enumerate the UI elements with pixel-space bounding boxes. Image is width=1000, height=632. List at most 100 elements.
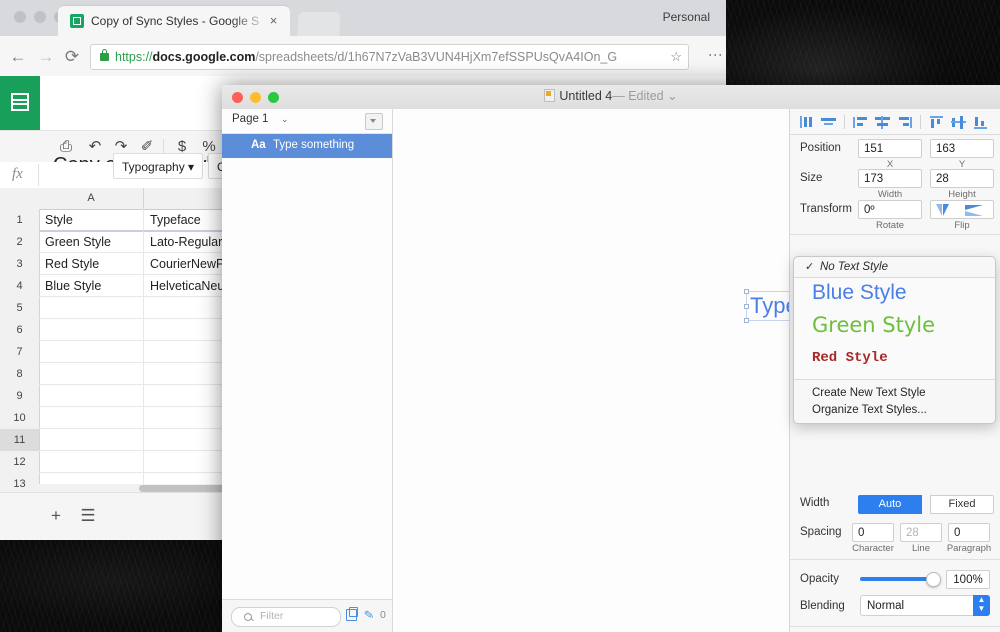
row-header-7[interactable]: 7 [0, 341, 40, 364]
spacing-line-sublabel: Line [912, 543, 930, 554]
cell-a8[interactable] [39, 363, 144, 385]
transform-label: Transform [800, 203, 852, 215]
page-name-label: Page 1 [232, 113, 269, 125]
cell-a1[interactable]: Style [39, 209, 144, 231]
align-center-horizontal-icon[interactable] [819, 114, 838, 130]
align-top-icon[interactable] [851, 114, 870, 130]
resize-handle-ml[interactable] [744, 304, 749, 309]
size-width-input[interactable]: 173 [858, 169, 922, 188]
chrome-minimize-button[interactable] [34, 11, 46, 23]
cell-a3[interactable]: Red Style [39, 253, 144, 275]
cell-a6[interactable] [39, 319, 144, 341]
filter-input[interactable]: Filter [231, 607, 341, 627]
pen-icon[interactable]: ✎ [363, 607, 375, 622]
new-tab-button[interactable] [297, 12, 341, 36]
cell-a5[interactable] [39, 297, 144, 319]
url-host: docs.google.com [152, 50, 256, 64]
rotate-input[interactable]: 0º [858, 200, 922, 219]
layer-list-item[interactable]: Aa Type something [222, 134, 392, 158]
create-new-text-style-item[interactable]: Create New Text Style [812, 387, 926, 399]
spacing-paragraph-input[interactable]: 0 [948, 523, 990, 542]
align-vertical-middle-icon[interactable] [949, 114, 968, 130]
address-bar[interactable]: https://docs.google.com/spreadsheets/d/1… [90, 44, 689, 70]
position-y-input[interactable]: 163 [930, 139, 994, 158]
spacing-label: Spacing [800, 526, 842, 538]
sketch-doc-name: Untitled 4 [559, 89, 613, 103]
align-left-icon[interactable] [797, 114, 816, 130]
align-right-icon[interactable] [895, 114, 914, 130]
cell-a9[interactable] [39, 385, 144, 407]
blending-label: Blending [800, 600, 845, 612]
document-icon [544, 89, 556, 102]
text-styles-dropdown[interactable]: ✓ No Text Style Blue Style Green Style R… [793, 256, 996, 424]
back-arrow-icon[interactable]: ← [8, 47, 28, 67]
cell-a4[interactable]: Blue Style [39, 275, 144, 297]
text-styles-list: Blue Style Green Style Red Style [794, 278, 995, 379]
alignment-toolbar [790, 109, 1000, 135]
row-header-1[interactable]: 1 [0, 209, 40, 232]
spacing-line-input[interactable]: 28 [900, 523, 942, 542]
row-header-3[interactable]: 3 [0, 253, 40, 276]
rotate-sublabel: Rotate [876, 220, 904, 231]
width-fixed-button[interactable]: Fixed [930, 495, 994, 514]
cell-a12[interactable] [39, 451, 144, 473]
page-selector-row[interactable]: Page 1 ⌄ [222, 109, 392, 134]
sketch-edited-status[interactable]: — Edited ⌄ [612, 89, 677, 103]
close-icon[interactable]: × [267, 14, 280, 27]
duplicate-icon[interactable] [346, 607, 358, 621]
text-style-blue[interactable]: Blue Style [812, 281, 907, 305]
spacing-character-input[interactable]: 0 [852, 523, 894, 542]
row-header-9[interactable]: 9 [0, 385, 40, 408]
cell-a10[interactable] [39, 407, 144, 429]
grid-corner[interactable] [0, 188, 40, 210]
text-style-green[interactable]: Green Style [812, 313, 935, 337]
text-style-none-item[interactable]: No Text Style [794, 257, 995, 277]
resize-handle-tl[interactable] [744, 289, 749, 294]
row-header-2[interactable]: 2 [0, 231, 40, 254]
row-header-5[interactable]: 5 [0, 297, 40, 320]
all-sheets-icon[interactable]: ☰ [78, 506, 98, 526]
row-header-11[interactable]: 11 [0, 429, 40, 452]
add-sheet-icon[interactable]: + [46, 506, 66, 526]
size-label: Size [800, 172, 823, 184]
align-vertical-bottom-icon[interactable] [971, 114, 990, 130]
page-options-button[interactable] [365, 113, 383, 130]
bookmark-star-icon[interactable]: ☆ [670, 49, 682, 65]
row-header-6[interactable]: 6 [0, 319, 40, 342]
chrome-toolbar: ← → ⟳ https://docs.google.com/spreadshee… [0, 36, 726, 76]
sheets-favicon-icon [70, 14, 84, 28]
chevron-updown-icon[interactable]: ▲ ▼ [973, 595, 990, 616]
reload-icon[interactable]: ⟳ [62, 47, 82, 67]
cell-a11[interactable] [39, 429, 144, 451]
flip-vertical-button[interactable] [958, 200, 994, 219]
row-header-4[interactable]: 4 [0, 275, 40, 298]
text-style-red[interactable]: Red Style [812, 350, 888, 366]
row-header-8[interactable]: 8 [0, 363, 40, 386]
row-header-10[interactable]: 10 [0, 407, 40, 430]
cell-a7[interactable] [39, 341, 144, 363]
spacing-character-sublabel: Character [852, 543, 894, 554]
chrome-tab[interactable]: Copy of Sync Styles - Google S × [58, 6, 290, 36]
align-vertical-top-icon[interactable] [927, 114, 946, 130]
sheet-tab-typography[interactable]: Typography ▾ [113, 153, 203, 179]
sketch-title-bar[interactable]: Untitled 4— Edited ⌄ [222, 85, 1000, 110]
resize-handle-bl[interactable] [744, 318, 749, 323]
column-header-a[interactable]: A [39, 188, 144, 210]
chrome-menu-icon[interactable]: ⋮ [708, 48, 724, 62]
size-height-input[interactable]: 28 [930, 169, 994, 188]
distribute-horizontal-icon[interactable] [873, 114, 892, 130]
opacity-slider-knob[interactable] [926, 572, 941, 587]
layer-name-label: Type something [273, 139, 355, 151]
opacity-slider-track[interactable] [860, 572, 941, 587]
url-scheme: https:// [115, 50, 153, 64]
row-header-12[interactable]: 12 [0, 451, 40, 474]
cell-a2[interactable]: Green Style [39, 231, 144, 253]
opacity-value-input[interactable]: 100% [946, 570, 990, 589]
organize-text-styles-item[interactable]: Organize Text Styles... [812, 404, 927, 416]
profile-label[interactable]: Personal [663, 10, 710, 24]
chrome-close-button[interactable] [14, 11, 26, 23]
position-x-input[interactable]: 151 [858, 139, 922, 158]
layers-sidebar: Page 1 ⌄ Aa Type something Filter ✎ 0 [222, 109, 393, 632]
width-auto-button[interactable]: Auto [858, 495, 922, 514]
blending-select[interactable]: Normal [860, 595, 990, 616]
